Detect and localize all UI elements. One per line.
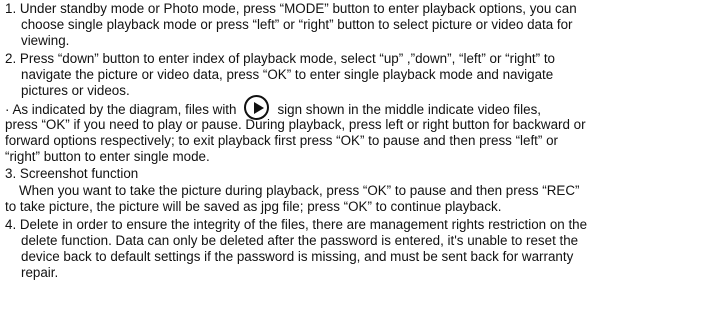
item-3-heading: 3. Screenshot function — [5, 166, 139, 181]
item-2-line-3: pictures or videos. — [21, 83, 130, 98]
bullet-line-4: “right” button to enter single mode. — [5, 149, 210, 164]
item-3-line-1: When you want to take the picture during… — [19, 183, 580, 198]
item-4-line-2: delete function. Data can only be delete… — [21, 233, 579, 248]
item-4-line-1: 4. Delete in order to ensure the integri… — [5, 217, 588, 232]
item-1-line-2: choose single playback mode or press “le… — [21, 17, 573, 32]
item-4-line-4: repair. — [21, 265, 59, 280]
item-2-line-2: navigate the picture or video data, pres… — [21, 67, 554, 82]
bullet-line-2: press “OK” if you need to play or pause.… — [5, 117, 586, 132]
bullet-line-1-end: sign shown in the middle indicate video … — [277, 102, 541, 118]
bullet-line-3: forward options respectively; to exit pl… — [5, 133, 558, 148]
bullet-line-1-start: · As indicated by the diagram, files wit… — [5, 102, 237, 118]
item-2-line-1: 2. Press “down” button to enter index of… — [5, 51, 556, 66]
item-4-line-3: device back to default settings if the p… — [21, 249, 574, 264]
item-3-line-2: to take picture, the picture will be sav… — [5, 199, 502, 214]
item-1-line-3: viewing. — [21, 33, 70, 48]
item-1-line-1: 1. Under standby mode or Photo mode, pre… — [5, 1, 577, 16]
